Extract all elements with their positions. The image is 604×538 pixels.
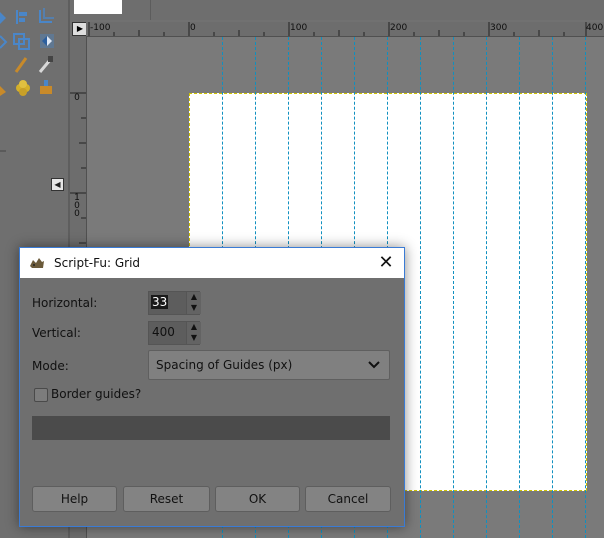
increment-arrow-icon[interactable]: ▲ — [189, 292, 199, 302]
ok-button[interactable]: OK — [215, 486, 300, 512]
horizontal-ruler[interactable]: -100 0 100 200 300 400 — [86, 22, 604, 37]
vertical-spinbox[interactable]: 400 ▲ ▼ — [148, 321, 201, 345]
rotate-tool-icon[interactable] — [0, 35, 8, 49]
horizontal-value[interactable]: 33 — [151, 295, 169, 309]
toolbox-icons — [0, 8, 54, 96]
horizontal-stepper[interactable]: ▲ ▼ — [186, 292, 201, 314]
toolbox-divider — [0, 150, 6, 152]
vertical-value[interactable]: 400 — [152, 325, 175, 339]
mode-value: Spacing of Guides (px) — [156, 358, 293, 372]
guide-line[interactable] — [552, 37, 553, 538]
paintbrush-tool-icon[interactable] — [38, 56, 53, 73]
guide-line[interactable] — [486, 37, 487, 538]
guide-line[interactable] — [519, 37, 520, 538]
dialog-title: Script-Fu: Grid — [54, 256, 141, 270]
horizontal-spinbox[interactable]: 33 ▲ ▼ — [148, 291, 201, 315]
flip-tool-icon[interactable] — [40, 34, 54, 48]
heal-tool-icon[interactable] — [16, 80, 30, 96]
border-guides-label[interactable]: Border guides? — [51, 387, 141, 401]
guide-line[interactable] — [453, 37, 454, 538]
gimp-icon — [30, 258, 44, 268]
pencil-tool-icon[interactable] — [14, 57, 28, 73]
mode-dropdown[interactable]: Spacing of Guides (px) — [148, 350, 390, 380]
dialog-titlebar[interactable]: Script-Fu: Grid ✕ — [20, 248, 404, 278]
close-button[interactable]: ✕ — [374, 252, 398, 274]
move-tool-icon[interactable] — [0, 12, 6, 24]
crop-tool-icon[interactable] — [39, 8, 54, 23]
chevron-down-icon — [368, 361, 380, 369]
reset-button[interactable]: Reset — [123, 486, 210, 512]
toolbox-collapse-button[interactable]: ◀ — [51, 178, 64, 191]
image-thumbnail[interactable] — [74, 0, 122, 14]
decrement-arrow-icon[interactable]: ▼ — [189, 333, 199, 343]
border-guides-checkbox[interactable] — [34, 388, 48, 402]
vertical-label: Vertical: — [32, 326, 81, 340]
ruler-ticks — [88, 22, 587, 36]
partial-tool-icon[interactable] — [0, 86, 6, 96]
progress-bar — [32, 416, 390, 440]
vertical-stepper[interactable]: ▲ ▼ — [186, 322, 201, 344]
increment-arrow-icon[interactable]: ▲ — [189, 322, 199, 332]
mode-label: Mode: — [32, 359, 69, 373]
horizontal-label: Horizontal: — [32, 296, 98, 310]
clone-tool-icon[interactable] — [40, 80, 52, 94]
align-tool-icon[interactable] — [16, 10, 27, 24]
script-fu-grid-dialog: Script-Fu: Grid ✕ Horizontal: 33 ▲ ▼ Ver… — [19, 247, 405, 527]
decrement-arrow-icon[interactable]: ▼ — [189, 303, 199, 313]
scale-tool-icon[interactable] — [13, 33, 30, 50]
guide-line[interactable] — [420, 37, 421, 538]
help-button[interactable]: Help — [32, 486, 117, 512]
guide-line[interactable] — [585, 37, 586, 538]
cancel-button[interactable]: Cancel — [305, 486, 391, 512]
